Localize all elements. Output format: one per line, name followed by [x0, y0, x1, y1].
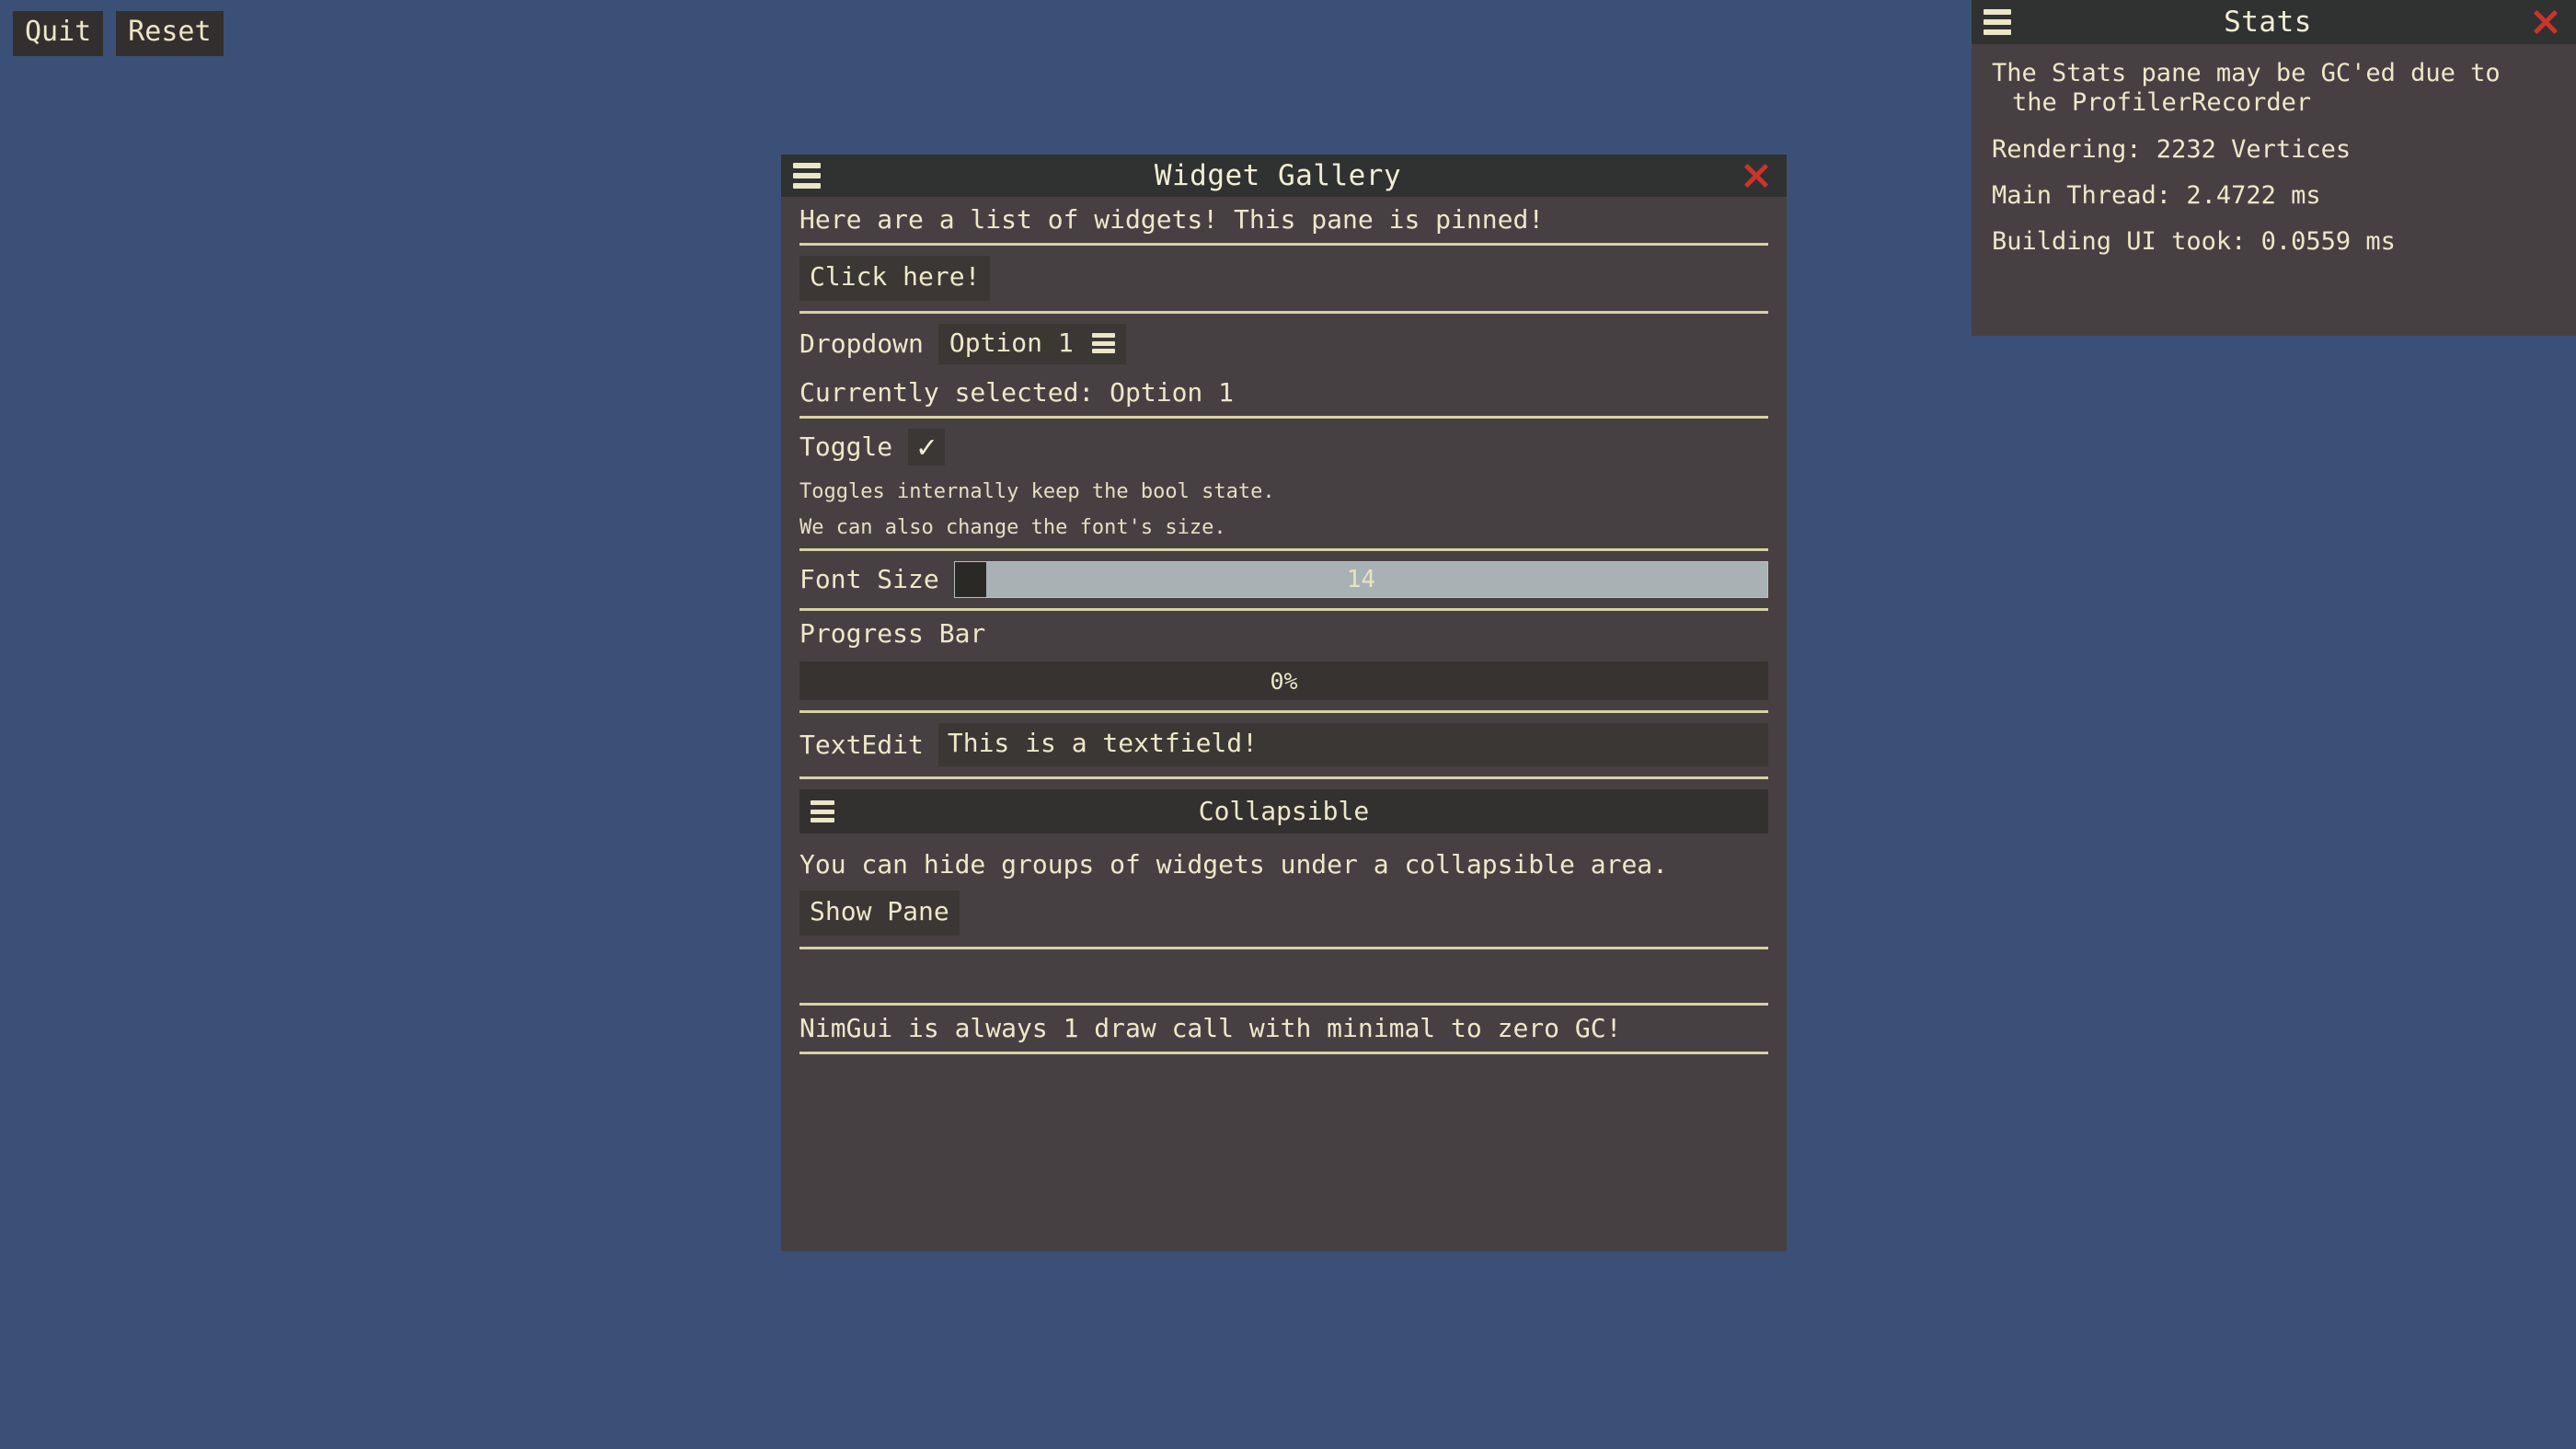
stats-building-ui: Building UI took: 0.0559 ms: [1992, 227, 2396, 257]
stats-pane: Stats The Stats pane may be GC'ed due to…: [1972, 0, 2576, 336]
progress-section: Progress Bar 0%: [799, 611, 1768, 710]
slider-handle[interactable]: [954, 562, 986, 597]
progress-value: 0%: [1270, 667, 1298, 695]
intro-text: Here are a list of widgets! This pane is…: [799, 204, 1545, 235]
stats-note: The Stats pane may be GC'ed due to the P…: [1992, 59, 2556, 118]
dropdown-row: Dropdown Option 1: [799, 324, 1768, 364]
close-icon[interactable]: [1735, 155, 1777, 197]
dropdown-selected-text: Currently selected: Option 1: [799, 377, 1235, 408]
textedit-row: TextEdit This is a textfield!: [799, 723, 1768, 766]
stats-note-line-2: the ProfilerRecorder: [2012, 87, 2312, 117]
font-size-value: 14: [1346, 566, 1376, 593]
footer-section: NimGui is always 1 draw call with minima…: [799, 1006, 1768, 1052]
font-size-row: Font Size 14: [799, 561, 1768, 598]
toggle-note-2: We can also change the font's size.: [799, 516, 1226, 539]
stats-titlebar[interactable]: Stats: [1972, 0, 2576, 44]
font-size-section: Font Size 14: [799, 551, 1768, 608]
show-pane-row: Show Pane: [799, 891, 1768, 947]
footer-text: NimGui is always 1 draw call with minima…: [799, 1013, 1622, 1043]
textedit-section: TextEdit This is a textfield!: [799, 713, 1768, 776]
stats-title: Stats: [2224, 5, 2312, 39]
hamburger-icon[interactable]: [793, 163, 821, 189]
toggle-label: Toggle: [799, 431, 893, 462]
textedit-input[interactable]: This is a textfield!: [937, 723, 1768, 766]
close-icon[interactable]: [2524, 1, 2567, 43]
collapsible-header[interactable]: Collapsible: [799, 789, 1768, 834]
collapsible-body-text: You can hide groups of widgets under a c…: [799, 849, 1669, 880]
hamburger-icon: [811, 800, 834, 822]
font-size-slider[interactable]: 14: [953, 561, 1768, 598]
textedit-label: TextEdit: [799, 729, 924, 760]
stats-note-line-1: The Stats pane may be GC'ed due to: [1992, 59, 2501, 87]
hamburger-icon[interactable]: [1984, 9, 2011, 35]
stats-rendering: Rendering: 2232 Vertices: [1992, 134, 2352, 164]
quit-button[interactable]: Quit: [13, 11, 104, 56]
dropdown-section: Dropdown Option 1 Currently selected: Op…: [799, 314, 1768, 416]
reset-button[interactable]: Reset: [116, 11, 224, 56]
toggle-row: Toggle ✓: [799, 429, 1768, 466]
dropdown-label: Dropdown: [799, 328, 924, 359]
widget-gallery-body: Here are a list of widgets! This pane is…: [781, 197, 1787, 1251]
toggle-note-1: Toggles internally keep the bool state.: [799, 480, 1275, 503]
chevron-down-icon: [1091, 333, 1115, 353]
stats-body: The Stats pane may be GC'ed due to the P…: [1972, 44, 2576, 336]
progress-label: Progress Bar: [799, 618, 986, 649]
dropdown-select[interactable]: Option 1: [937, 324, 1126, 364]
progress-bar: 0%: [799, 661, 1768, 700]
collapsible-section: Collapsible You can hide groups of widge…: [799, 779, 1768, 947]
font-size-label: Font Size: [799, 564, 939, 594]
divider: [799, 1052, 1768, 1054]
stats-main-thread: Main Thread: 2.4722 ms: [1992, 180, 2321, 210]
widget-gallery-title: Widget Gallery: [1154, 158, 1402, 192]
click-here-button[interactable]: Click here!: [799, 256, 991, 301]
dropdown-value: Option 1: [949, 328, 1074, 358]
widget-gallery-pane: Widget Gallery Here are a list of widget…: [781, 155, 1787, 1251]
empty-block: [799, 949, 1768, 1003]
intro-row: Here are a list of widgets! This pane is…: [799, 197, 1768, 243]
top-toolbar: Quit Reset: [13, 11, 224, 56]
toggle-section: Toggle ✓ Toggles internally keep the boo…: [799, 419, 1768, 548]
toggle-checkbox[interactable]: ✓: [908, 429, 946, 466]
click-button-row: Click here!: [799, 246, 1768, 311]
collapsible-title: Collapsible: [1198, 796, 1370, 826]
widget-gallery-titlebar[interactable]: Widget Gallery: [781, 155, 1787, 197]
show-pane-button[interactable]: Show Pane: [799, 891, 960, 936]
